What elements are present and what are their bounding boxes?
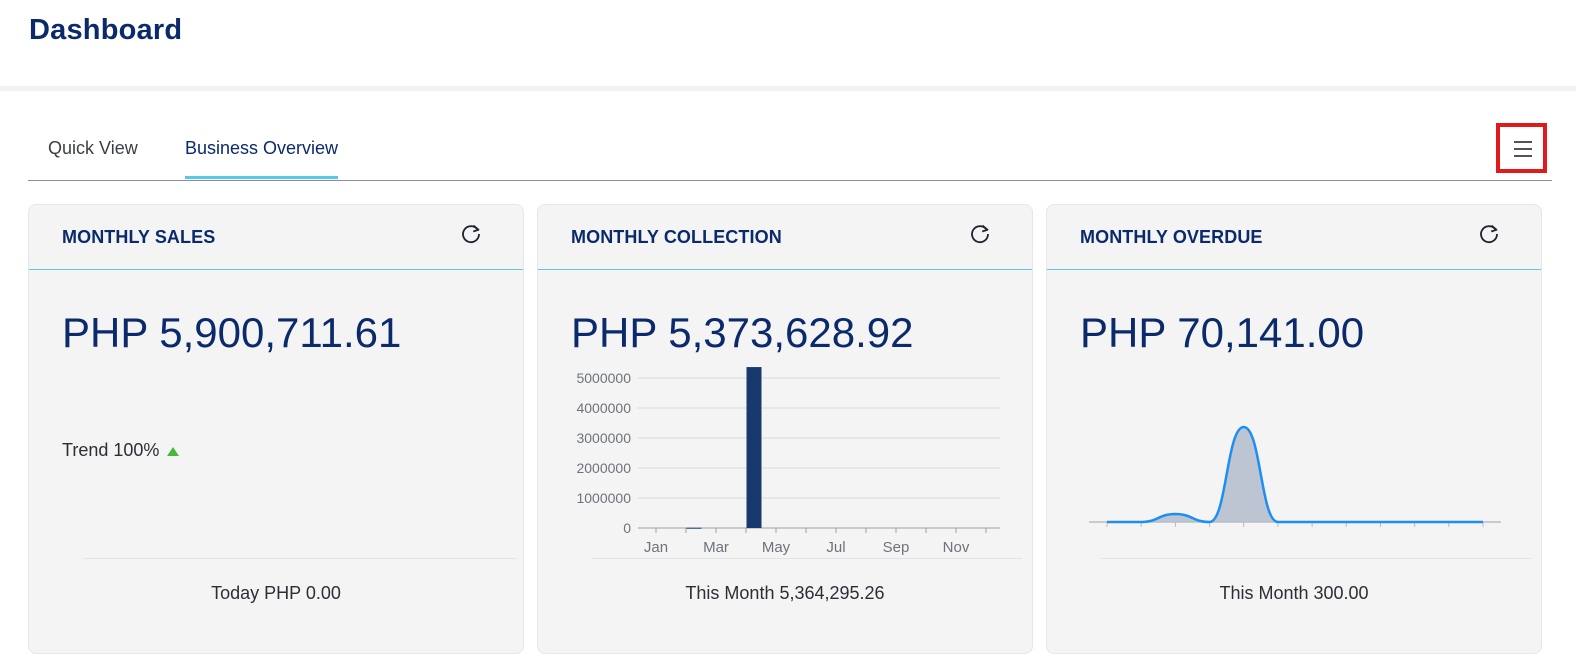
card-footer: This Month 5,364,295.26: [685, 583, 885, 603]
x-tick-label: May: [762, 539, 791, 556]
monthly-collection-value: PHP 5,373,628.92: [571, 309, 914, 356]
refresh-icon[interactable]: [460, 223, 482, 245]
bar: [686, 527, 702, 529]
card-title: MONTHLY OVERDUE: [1080, 227, 1263, 247]
area-fill: [1107, 427, 1483, 522]
y-tick-label: 0: [623, 520, 631, 536]
card-header: MONTHLY COLLECTION: [538, 205, 1032, 270]
triangle-up-icon: [167, 446, 180, 456]
page-title: Dashboard: [29, 14, 183, 46]
hamburger-menu-icon: [1514, 141, 1532, 157]
bar: [746, 367, 762, 528]
monthly-sales-value: PHP 5,900,711.61: [62, 309, 402, 356]
card-footer: This Month 300.00: [1219, 583, 1369, 603]
tab-quick-view[interactable]: Quick View: [48, 138, 138, 179]
x-tick-label: Mar: [703, 539, 729, 556]
y-tick-label: 3000000: [576, 430, 631, 446]
x-tick-label: Jan: [644, 539, 668, 556]
y-tick-label: 4000000: [576, 400, 631, 416]
card-monthly-overdue: MONTHLY OVERDUE PHP 70,141.00 This Month…: [1046, 204, 1542, 654]
card-monthly-sales: MONTHLY SALES PHP 5,900,711.61 Trend 100…: [28, 204, 524, 654]
monthly-overdue-area-chart: [1089, 425, 1501, 527]
refresh-icon[interactable]: [1478, 223, 1500, 245]
x-tick-label: Nov: [943, 539, 970, 556]
series-line: [1106, 425, 1483, 524]
menu-button[interactable]: [1496, 123, 1547, 173]
trend-indicator: Trend 100%: [62, 440, 180, 461]
card-footer: Today PHP 0.00: [211, 583, 341, 603]
card-title: MONTHLY SALES: [62, 227, 216, 247]
card-title: MONTHLY COLLECTION: [571, 227, 782, 247]
tab-business-overview[interactable]: Business Overview: [185, 138, 339, 179]
refresh-icon[interactable]: [969, 223, 991, 245]
x-tick-label: Sep: [883, 539, 910, 556]
trend-label: Trend 100%: [62, 440, 160, 460]
card-monthly-collection: MONTHLY COLLECTION PHP 5,373,628.92 0 100…: [537, 204, 1033, 654]
tab-bar: Quick View Business Overview: [28, 118, 1552, 181]
y-tick-label: 2000000: [576, 460, 631, 476]
card-divider: [83, 558, 517, 559]
card-divider: [592, 558, 1022, 559]
x-tick-label: Jul: [826, 539, 845, 556]
monthly-overdue-value: PHP 70,141.00: [1080, 309, 1365, 356]
y-tick-label: 5000000: [576, 370, 631, 386]
card-header: MONTHLY OVERDUE: [1047, 205, 1541, 270]
card-divider: [1101, 558, 1531, 559]
y-tick-label: 1000000: [576, 490, 631, 506]
monthly-collection-bar-chart: 0 1000000 2000000 3000000 4000000 5000000 Jan M…: [576, 367, 1000, 556]
card-header: MONTHLY SALES: [29, 205, 523, 270]
page-header: Dashboard: [0, 0, 1576, 91]
